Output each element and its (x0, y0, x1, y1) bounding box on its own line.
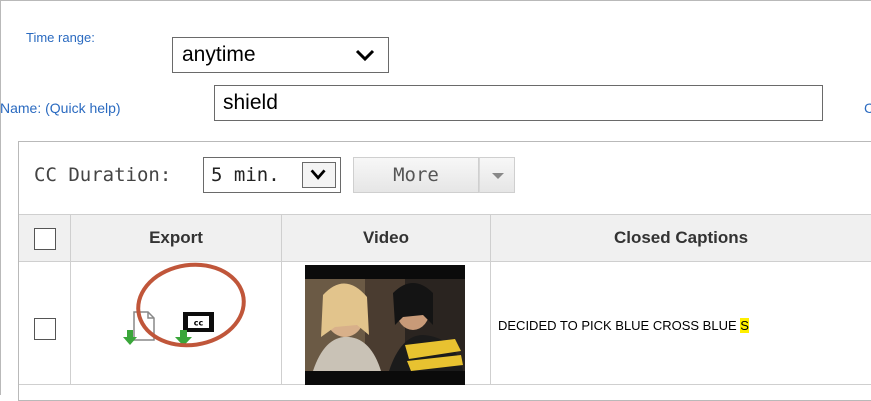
column-header-video[interactable]: Video (281, 215, 491, 263)
time-range-value: anytime (182, 43, 256, 66)
cc-duration-dropdown-button[interactable] (302, 162, 336, 188)
video-thumbnail[interactable] (305, 265, 465, 385)
column-header-export[interactable]: Export (71, 215, 281, 263)
quick-help-link[interactable]: (Quick help) (45, 100, 120, 116)
column-divider (70, 214, 71, 385)
caret-down-icon (492, 173, 504, 179)
closed-caption-text[interactable]: DECIDED TO PICK BLUE CROSS BLUE S (498, 318, 749, 333)
more-button[interactable]: More (353, 157, 479, 193)
cc-duration-label: CC Duration: (34, 164, 172, 186)
caption-highlight: S (740, 318, 749, 333)
column-header-closed-captions[interactable]: Closed Captions (491, 215, 871, 263)
select-all-checkbox[interactable] (34, 228, 56, 250)
time-range-select[interactable]: anytime (172, 37, 389, 73)
caption-text: DECIDED TO PICK BLUE CROSS BLUE (498, 318, 741, 333)
cc-duration-value: 5 min. (211, 164, 280, 186)
name-input-value: shield (223, 91, 278, 114)
chevron-down-icon (355, 49, 375, 62)
video-frame-image (305, 265, 465, 385)
chevron-down-icon (310, 169, 326, 180)
row-checkbox[interactable] (34, 318, 56, 340)
time-range-label: Time range: (26, 30, 95, 45)
name-label-row: Name: (Quick help) (0, 100, 121, 116)
name-search-input[interactable]: shield (214, 85, 823, 121)
column-divider (281, 214, 282, 385)
more-dropdown-button[interactable] (479, 157, 515, 193)
column-divider (490, 214, 491, 385)
right-partial-link[interactable]: C (864, 100, 871, 116)
table-header: Export Video Closed Captions (19, 214, 871, 262)
name-label: Name: (0, 100, 42, 116)
cc-duration-select[interactable]: 5 min. (203, 157, 341, 193)
